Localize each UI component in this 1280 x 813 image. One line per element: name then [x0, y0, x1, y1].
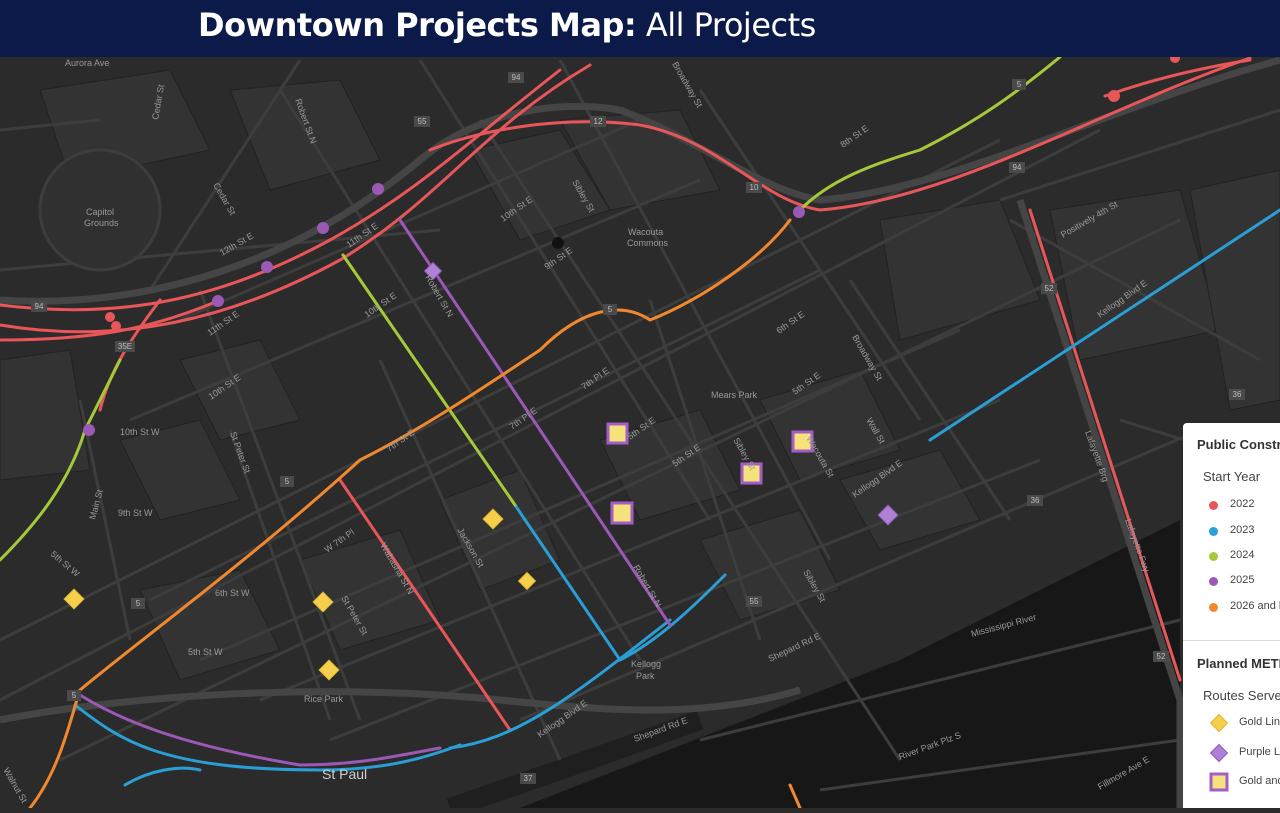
map-canvas[interactable]: Aurora Ave Robert St N Cedar St Capitol …	[0, 53, 1280, 813]
label-6th-w: 6th St W	[215, 588, 250, 598]
label-10th-w: 10th St W	[120, 427, 160, 437]
svg-text:5: 5	[608, 305, 613, 314]
label-5th-w: 5th St W	[188, 647, 223, 657]
basemap-svg[interactable]: Aurora Ave Robert St N Cedar St Capitol …	[0, 53, 1280, 813]
point-2025[interactable]	[83, 424, 95, 436]
svg-text:36: 36	[1031, 496, 1040, 505]
point-2022[interactable]	[111, 321, 121, 331]
legend-routes-served: Routes Served	[1203, 688, 1280, 703]
swatch-2023	[1209, 527, 1218, 536]
label-wacouta: Wacouta	[628, 227, 663, 237]
svg-text:35E: 35E	[118, 342, 132, 351]
point-2025[interactable]	[372, 183, 384, 195]
point-2022[interactable]	[1108, 90, 1120, 102]
legend-item-label: 2026 and later	[1230, 600, 1280, 612]
legend-item-label: 2025	[1230, 574, 1255, 586]
legend-start-year: Start Year	[1203, 469, 1261, 484]
svg-text:5: 5	[72, 691, 77, 700]
label-mears: Mears Park	[711, 390, 758, 400]
title-bold: Downtown Projects Map:	[198, 6, 637, 44]
swatch-2024	[1209, 552, 1218, 561]
legend-planned-title: Planned METRO	[1197, 656, 1280, 671]
svg-text:10: 10	[750, 183, 759, 192]
svg-text:52: 52	[1157, 652, 1166, 661]
header-bar: Downtown Projects Map: All Projects	[0, 0, 1280, 57]
svg-text:55: 55	[750, 597, 759, 606]
svg-text:5: 5	[1017, 80, 1022, 89]
point-2022[interactable]	[105, 312, 115, 322]
svg-text:94: 94	[1013, 163, 1022, 172]
gold-purple-square-icon[interactable]	[610, 501, 634, 525]
legend-title: Public Construction Projects	[1197, 437, 1280, 452]
gold-purple-square-icon	[1209, 772, 1229, 792]
svg-text:5: 5	[136, 599, 141, 608]
label-kellogg-park-2: Park	[636, 671, 655, 681]
legend-panel[interactable]: Public Construction Projects Start Year …	[1183, 423, 1280, 808]
gold-diamond-icon	[1209, 713, 1229, 733]
legend-route-label: Gold and Purple Lines	[1239, 775, 1280, 787]
svg-text:36: 36	[1233, 390, 1242, 399]
swatch-2025	[1209, 577, 1218, 586]
legend-item-label: 2023	[1230, 524, 1255, 536]
svg-text:55: 55	[418, 117, 427, 126]
swatch-2022	[1209, 501, 1218, 510]
label-capitol: Capitol	[86, 207, 114, 217]
legend-divider	[1183, 640, 1280, 641]
label-rice-park: Rice Park	[304, 694, 344, 704]
legend-item-label: 2024	[1230, 549, 1255, 561]
point-2025[interactable]	[793, 206, 805, 218]
label-commons: Commons	[627, 238, 669, 248]
label-grounds: Grounds	[84, 218, 119, 228]
legend-route-label: Gold Line	[1239, 716, 1280, 728]
point-2025[interactable]	[212, 295, 224, 307]
legend-route-label: Purple Line	[1239, 746, 1280, 758]
purple-diamond-icon	[1209, 743, 1229, 763]
label-st-paul: St Paul	[322, 766, 367, 782]
svg-text:5: 5	[285, 477, 290, 486]
point-2025[interactable]	[261, 261, 273, 273]
svg-text:94: 94	[512, 73, 521, 82]
svg-text:12: 12	[594, 117, 603, 126]
legend-item-label: 2022	[1230, 498, 1255, 510]
swatch-2026	[1209, 603, 1218, 612]
page-title: Downtown Projects Map: All Projects	[198, 6, 816, 44]
svg-text:37: 37	[524, 774, 533, 783]
label-9th-w: 9th St W	[118, 508, 153, 518]
label-kellogg-park-1: Kellogg	[631, 659, 661, 669]
gold-purple-square-icon[interactable]	[606, 422, 629, 445]
svg-text:52: 52	[1045, 284, 1054, 293]
svg-text:94: 94	[35, 302, 44, 311]
point-dark[interactable]	[552, 237, 564, 249]
point-2025[interactable]	[317, 222, 329, 234]
label-aurora: Aurora Ave	[65, 58, 109, 68]
title-light: All Projects	[636, 6, 816, 44]
